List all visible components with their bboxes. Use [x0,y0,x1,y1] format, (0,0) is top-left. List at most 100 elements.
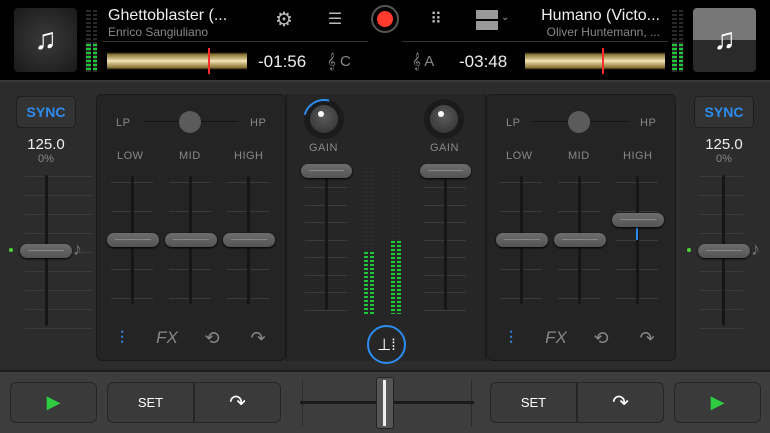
tick-mark [25,195,92,196]
volume-fader-right[interactable] [420,164,471,178]
album-art-left[interactable]: ♫ [14,8,77,72]
music-note-icon[interactable]: ♪ [751,239,760,260]
tick-mark [25,290,92,291]
eq-mid-fader-right[interactable] [554,233,606,247]
tick-mark [699,328,743,329]
pitch-center-dot [687,248,691,252]
eq-sliders-icon[interactable]: ⫶ [107,328,137,349]
fader-icon: ⊥⁞ [377,336,396,354]
tick-mark [25,271,92,272]
eq-low-fader-left[interactable] [107,233,159,247]
time-remaining-left: -01:56 [258,52,307,71]
level-meter-right [672,10,683,72]
tick-mark [699,176,743,177]
channel-meter-left [364,167,374,314]
tick-mark [699,290,743,291]
sync-button-left[interactable]: SYNC [16,96,76,128]
cue-jump-icon: ↷ [612,392,629,414]
music-note-icon[interactable]: ♪ [73,239,82,260]
fx-button[interactable]: FX [541,328,571,348]
clef-icon: 𝄞 [327,53,336,70]
meter-fill [370,252,374,314]
meter-fill [391,240,395,314]
fx-button[interactable]: FX [152,328,182,348]
volume-track-left [325,170,328,310]
channel-meter-right [391,167,401,314]
sync-button-right[interactable]: SYNC [694,96,754,128]
key-left[interactable]: 𝄞 C [327,53,351,70]
crossfader-handle[interactable] [376,377,394,429]
meter-fill [397,240,401,314]
key-value: C [340,53,351,70]
time-remaining-right: -03:48 [459,52,508,71]
track-artist-right: Oliver Huntemann, ... [546,25,660,39]
set-cue-button-right[interactable]: SET [490,382,577,423]
gear-icon[interactable]: ⚙ [271,8,297,32]
cue-jump-button-left[interactable]: ↷ [194,382,281,423]
music-note-icon: ♫ [713,23,736,56]
music-note-icon: ♫ [34,23,57,56]
bpm-right: 125.0 [705,136,743,153]
play-button-left[interactable]: ▶ [10,382,97,423]
low-label: LOW [506,150,533,162]
hp-label: HP [640,117,657,129]
play-icon: ▶ [46,392,61,412]
play-icon: ▶ [710,392,725,412]
eq-low-fader-right[interactable] [496,233,548,247]
layout-icon[interactable] [476,10,498,30]
pitch-fader-right[interactable] [698,244,750,258]
lp-label: LP [116,117,131,129]
tick-mark [25,176,92,177]
pitch-fader-left[interactable] [20,244,72,258]
tick-mark [699,271,743,272]
eq-mid-fader-left[interactable] [165,233,217,247]
volume-fader-left[interactable] [301,164,352,178]
album-art-right[interactable]: ♫ [693,8,756,72]
clef-icon: 𝄞 [412,53,421,70]
top-bar: ♫ Ghettoblaster (... Enrico Sangiuliano … [0,0,770,82]
divider [103,41,368,42]
volume-track-right [444,170,447,310]
gain-label-left: GAIN [309,142,338,154]
waveform-left[interactable] [107,50,247,72]
cue-jump-button-right[interactable]: ↷ [577,382,664,423]
queue-icon[interactable]: ☰ [322,8,348,32]
tick-mark [699,214,743,215]
record-button[interactable] [371,5,399,33]
filter-knob-right[interactable] [568,111,590,133]
high-label: HIGH [234,150,264,162]
lp-label: LP [506,117,521,129]
set-cue-button-left[interactable]: SET [107,382,194,423]
eq-high-fader-right[interactable] [612,213,664,227]
track-title-left[interactable]: Ghettoblaster (... [108,7,227,25]
mid-label: MID [179,150,201,162]
divider [402,41,668,42]
cue-jump-icon: ↷ [229,392,246,414]
hp-label: HP [250,117,267,129]
pitch-percent-right: 0% [716,153,732,165]
grid-icon[interactable]: ⠿ [423,8,449,32]
loop-icon[interactable]: ⟲ [197,328,227,349]
play-button-right[interactable]: ▶ [674,382,761,423]
pitch-center-dot [9,248,13,252]
tick-mark [699,309,743,310]
filter-knob-left[interactable] [179,111,201,133]
eq-high-fader-left[interactable] [223,233,275,247]
gain-knob-right[interactable] [430,105,458,133]
loop-icon[interactable]: ⟲ [586,328,616,349]
eq-sliders-icon[interactable]: ⫶ [496,328,526,349]
meter-fill [364,252,368,314]
tick-mark [25,328,92,329]
track-artist-left: Enrico Sangiuliano [108,25,209,39]
track-title-right[interactable]: Humano (Victo... [541,7,660,25]
mixer-toggle-button[interactable]: ⊥⁞ [367,325,406,364]
playhead-left [208,48,210,74]
cue-icon[interactable]: ↷ [632,328,662,349]
high-label: HIGH [623,150,653,162]
chevron-down-icon[interactable]: ⌄ [501,12,509,23]
waveform-right[interactable] [525,50,665,72]
cue-icon[interactable]: ↷ [243,328,273,349]
tick-mark [25,214,92,215]
level-meter-left [86,10,97,72]
key-right[interactable]: 𝄞 A [412,53,434,70]
